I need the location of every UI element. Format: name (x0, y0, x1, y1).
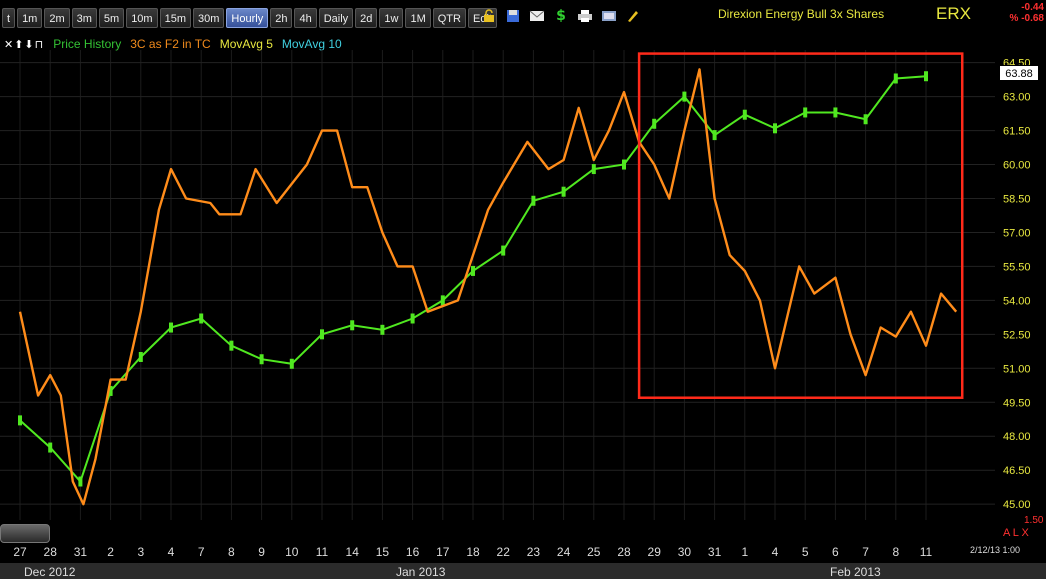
x-tick-label: 28 (44, 545, 58, 559)
x-tick-label: 8 (892, 545, 899, 559)
month-bar (0, 563, 1046, 579)
price-candle (531, 195, 536, 206)
price-candle (410, 313, 415, 324)
price-chart[interactable]: 64.5063.0061.5060.0058.5057.0055.5054.00… (0, 0, 1046, 579)
month-label-feb: Feb 2013 (830, 565, 881, 579)
indicator-3c-line (18, 68, 958, 506)
x-tick-label: 2 (107, 545, 114, 559)
price-candle (380, 324, 385, 335)
x-tick-label: 28 (617, 545, 631, 559)
y-tick-label: 60.00 (1003, 160, 1031, 172)
price-candle (18, 415, 22, 426)
y-tick-label: 45.00 (1003, 499, 1031, 511)
y-tick-label: 61.50 (1003, 126, 1031, 138)
x-tick-label: 1 (741, 545, 748, 559)
price-candle (259, 354, 264, 365)
x-tick-label: 9 (258, 545, 265, 559)
x-tick-label: 31 (708, 545, 722, 559)
price-candle (682, 91, 687, 102)
price-candle (138, 351, 143, 362)
price-candle (803, 107, 808, 118)
price-candle (622, 159, 626, 170)
x-tick-label: 7 (862, 545, 869, 559)
x-tick-label: 11 (920, 545, 933, 559)
highlight-box (637, 52, 964, 399)
y-tick-label: 63.00 (1003, 92, 1031, 104)
price-candle (501, 245, 506, 256)
x-tick-label: 31 (74, 545, 88, 559)
alx-buttons[interactable]: A L X (1003, 527, 1029, 539)
x-tick-label: 22 (497, 545, 511, 559)
price-candle (833, 107, 838, 118)
y-tick-label: 49.50 (1003, 397, 1031, 409)
y-tick-label: 48.00 (1003, 431, 1031, 443)
x-tick-label: 16 (406, 545, 420, 559)
price-candle (652, 118, 657, 129)
price-candle (440, 295, 445, 306)
chart-scroll-handle[interactable] (0, 524, 50, 543)
x-tick-label: 6 (832, 545, 839, 559)
x-tick-label: 14 (346, 545, 360, 559)
x-tick-label: 18 (466, 545, 480, 559)
x-tick-label: 4 (168, 545, 175, 559)
last-price-label: 63.88 (999, 65, 1039, 81)
month-label-jan: Jan 2013 (396, 565, 446, 579)
y-tick-label: 51.00 (1003, 363, 1031, 375)
price-candle (893, 73, 898, 84)
x-tick-label: 30 (678, 545, 692, 559)
y-tick-label: 46.50 (1003, 465, 1031, 477)
x-tick-label: 27 (13, 545, 27, 559)
price-candle (350, 320, 355, 331)
price-candle (78, 476, 83, 487)
x-tick-label: 23 (527, 545, 541, 559)
y-tick-label: 58.50 (1003, 193, 1031, 205)
price-candle (773, 123, 777, 134)
x-tick-label: 29 (648, 545, 662, 559)
x-tick-label: 8 (228, 545, 235, 559)
y-tick-label: 52.50 (1003, 329, 1031, 341)
price-candle (229, 340, 234, 351)
price-candle (863, 114, 868, 125)
y-tick-label: 55.50 (1003, 261, 1031, 273)
x-tick-label: 7 (198, 545, 205, 559)
month-label-dec: Dec 2012 (24, 565, 76, 579)
price-candle (742, 109, 747, 120)
price-candle (199, 313, 204, 324)
volume-scale-label: 1.50 (1024, 515, 1044, 526)
x-tick-label: 17 (436, 545, 450, 559)
price-candle (924, 71, 928, 82)
price-candle (561, 186, 566, 197)
price-candle (48, 442, 53, 453)
y-tick-label: 54.00 (1003, 295, 1031, 307)
y-tick-label: 57.00 (1003, 227, 1031, 239)
x-tick-label: 25 (587, 545, 601, 559)
last-bar-date: 2/12/13 1:00 (970, 545, 1021, 555)
x-tick-label: 5 (802, 545, 809, 559)
price-candle (169, 322, 173, 333)
price-candle (289, 358, 294, 369)
x-tick-label: 24 (557, 545, 571, 559)
price-candle (320, 329, 324, 340)
x-tick-label: 4 (772, 545, 779, 559)
price-candle (712, 130, 717, 141)
price-candle (591, 164, 596, 175)
x-tick-label: 11 (316, 545, 329, 559)
x-tick-label: 10 (285, 545, 299, 559)
x-tick-label: 15 (376, 545, 390, 559)
price-candle (471, 265, 475, 276)
x-tick-label: 3 (137, 545, 144, 559)
